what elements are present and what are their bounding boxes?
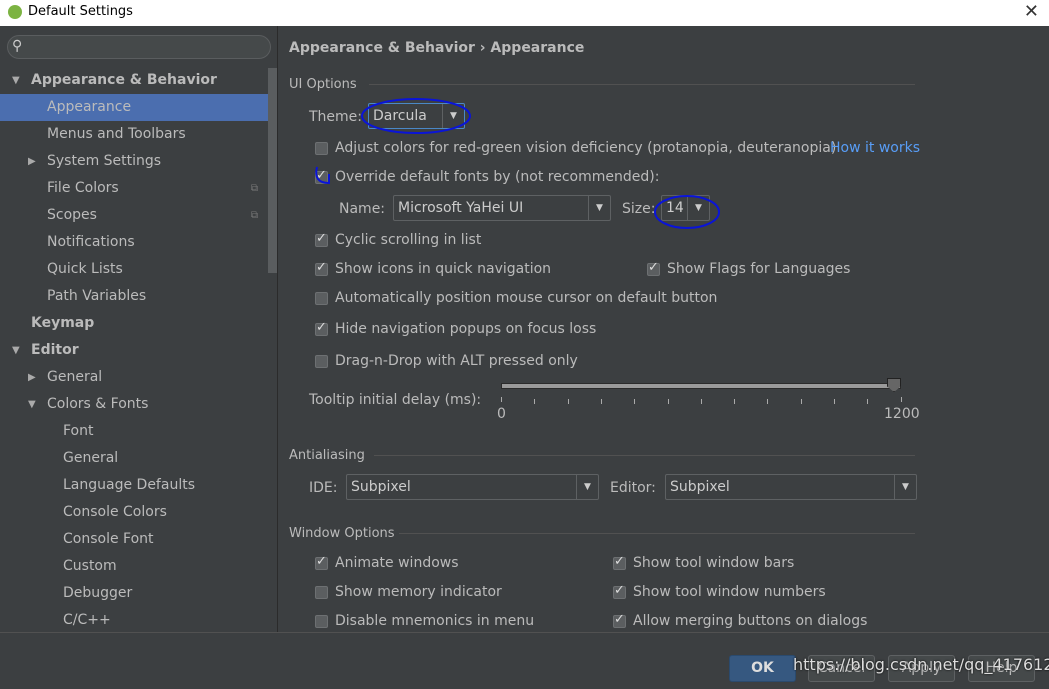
expanded-arrow-icon[interactable]: ▼ xyxy=(12,337,20,364)
project-copy-icon: ⧉ xyxy=(250,183,258,194)
expanded-arrow-icon[interactable]: ▼ xyxy=(28,391,36,418)
sidebar-item[interactable]: Quick Lists xyxy=(0,256,268,283)
settings-panel: Appearance & Behavior › Appearance UI Op… xyxy=(279,26,1049,632)
sidebar-item-label: Menus and Toolbars xyxy=(47,126,186,142)
sidebar-item-label: Appearance xyxy=(47,99,132,115)
sidebar-item-label: System Settings xyxy=(47,153,162,169)
annotation-marks xyxy=(315,98,720,229)
search-input[interactable]: ⚲ xyxy=(7,35,271,59)
collapsed-arrow-icon[interactable]: ▶ xyxy=(28,148,36,175)
sidebar-item[interactable]: Menus and Toolbars xyxy=(0,121,268,148)
sidebar-item[interactable]: Appearance xyxy=(0,94,268,121)
window-title: Default Settings xyxy=(28,4,133,19)
sidebar-item[interactable]: Console Font xyxy=(0,526,268,553)
project-copy-icon: ⧉ xyxy=(250,210,258,221)
sidebar-item[interactable]: ▼ Editor xyxy=(0,337,268,364)
sidebar-item-label: Editor xyxy=(31,342,79,358)
sidebar-item-label: Scopes xyxy=(47,207,97,223)
settings-sidebar: ⚲ ▼ Appearance & Behavior Appearance Menus … xyxy=(0,26,278,632)
sidebar-item[interactable]: Scopes ⧉ xyxy=(0,202,268,229)
sidebar-item[interactable]: ▶ System Settings xyxy=(0,148,268,175)
sidebar-item[interactable]: Custom xyxy=(0,553,268,580)
sidebar-item-label: Console Colors xyxy=(63,504,167,520)
sidebar-item[interactable]: General xyxy=(0,445,268,472)
collapsed-arrow-icon[interactable]: ▶ xyxy=(28,364,36,391)
sidebar-item[interactable]: Console Colors xyxy=(0,499,268,526)
sidebar-item[interactable]: Notifications xyxy=(0,229,268,256)
sidebar-item[interactable]: Path Variables xyxy=(0,283,268,310)
sidebar-item-label: Console Font xyxy=(63,531,154,547)
sidebar-item[interactable]: ▼ Appearance & Behavior xyxy=(0,67,268,94)
sidebar-item-label: Language Defaults xyxy=(63,477,195,493)
ok-button[interactable]: OK xyxy=(729,655,796,682)
close-button[interactable]: ✕ xyxy=(1024,1,1039,22)
sidebar-item-label: Appearance & Behavior xyxy=(31,72,217,88)
title-bar: Default Settings ✕ xyxy=(0,0,1049,26)
sidebar-item-label: File Colors xyxy=(47,180,119,196)
sidebar-item[interactable]: Debugger xyxy=(0,580,268,607)
sidebar-item-label: Custom xyxy=(63,558,117,574)
sidebar-item-label: Colors & Fonts xyxy=(47,396,149,412)
sidebar-item[interactable]: Font xyxy=(0,418,268,445)
sidebar-item-label: Debugger xyxy=(63,585,133,601)
sidebar-item[interactable]: ▼ Colors & Fonts xyxy=(0,391,268,418)
sidebar-item[interactable]: Language Defaults xyxy=(0,472,268,499)
expanded-arrow-icon[interactable]: ▼ xyxy=(12,67,20,94)
sidebar-item[interactable]: Keymap xyxy=(0,310,268,337)
sidebar-item[interactable]: C/C++ xyxy=(0,607,268,634)
sidebar-item-label: General xyxy=(63,450,119,466)
sidebar-item[interactable]: File Colors ⧉ xyxy=(0,175,268,202)
sidebar-item-label: Notifications xyxy=(47,234,135,250)
sidebar-item[interactable]: ▶ General xyxy=(0,364,268,391)
sidebar-scrollbar[interactable] xyxy=(268,68,277,273)
sidebar-item-label: C/C++ xyxy=(63,612,111,628)
sidebar-item-label: Quick Lists xyxy=(47,261,123,277)
watermark: https://blog.csdn.net/qq_41761237 xyxy=(793,655,1049,674)
sidebar-item-label: General xyxy=(47,369,103,385)
android-studio-icon xyxy=(8,5,22,19)
search-icon: ⚲ xyxy=(12,38,23,54)
sidebar-item-label: Font xyxy=(63,423,94,439)
sidebar-item-label: Path Variables xyxy=(47,288,147,304)
sidebar-item-label: Keymap xyxy=(31,315,95,331)
